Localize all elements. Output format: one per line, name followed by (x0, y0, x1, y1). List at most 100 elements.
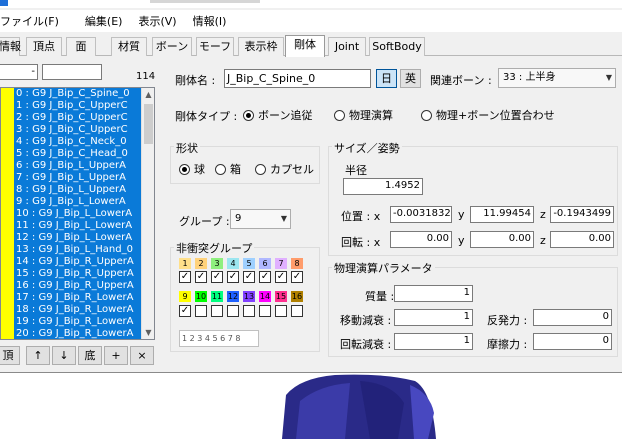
tab-face[interactable]: 面 (66, 37, 96, 56)
rigid-body-list-item[interactable]: 1 : G9 J_Bip_C_UpperC (1, 100, 142, 112)
menu-view[interactable]: 表示(V) (130, 13, 184, 29)
filter-field[interactable]: - (0, 64, 38, 80)
linear-damping-field[interactable]: 1 (394, 309, 473, 326)
tab-morph[interactable]: モーフ (196, 37, 234, 56)
position-x-field[interactable]: -0.0031832 (390, 206, 452, 223)
type-physics-radio[interactable]: 物理演算 (334, 107, 393, 123)
add-button[interactable]: + (104, 346, 128, 365)
rigid-body-list-item[interactable]: 5 : G9 J_Bip_C_Head_0 (1, 148, 142, 160)
group-8-checkbox[interactable]: ✓ (291, 271, 303, 283)
position-z-field[interactable]: -0.1943499 (550, 206, 614, 223)
rigid-body-list-item[interactable]: 7 : G9 J_Bip_L_UpperA (1, 172, 142, 184)
tab-softbody[interactable]: SoftBody (369, 37, 425, 56)
group-15-checkbox[interactable] (275, 305, 287, 317)
restitution-field[interactable]: 0 (533, 309, 612, 326)
rotation-x-field[interactable]: 0.00 (390, 231, 452, 248)
search-field[interactable] (42, 64, 102, 80)
row-index-marker (1, 292, 14, 304)
group-7-checkbox[interactable]: ✓ (275, 271, 287, 283)
model-viewport[interactable] (0, 373, 622, 439)
rigid-body-list-item[interactable]: 8 : G9 J_Bip_L_UpperA (1, 184, 142, 196)
move-bottom-button[interactable]: 底 (78, 346, 102, 365)
delete-button[interactable]: × (130, 346, 154, 365)
angular-damping-field[interactable]: 1 (394, 333, 473, 350)
rigid-body-list-item[interactable]: 19 : G9 J_Bip_R_LowerA (1, 316, 142, 328)
menu-file[interactable]: ファイル(F) (0, 13, 67, 29)
rigid-body-list-item[interactable]: 13 : G9 J_Bip_L_Hand_0 (1, 244, 142, 256)
tab-vertex[interactable]: 頂点 (26, 37, 62, 56)
rigid-body-list-item[interactable]: 14 : G9 J_Bip_R_UpperA (1, 256, 142, 268)
rigid-body-list-item[interactable]: 0 : G9 J_Bip_C_Spine_0 (1, 88, 142, 100)
position-y-field[interactable]: 11.99454 (470, 206, 534, 223)
radius-field[interactable]: 1.4952 (343, 178, 423, 195)
rigid-body-list-item[interactable]: 18 : G9 J_Bip_R_LowerA (1, 304, 142, 316)
rigid-body-list-item[interactable]: 10 : G9 J_Bip_L_LowerA (1, 208, 142, 220)
rigid-body-list-item[interactable]: 16 : G9 J_Bip_R_UpperA (1, 280, 142, 292)
tab-material[interactable]: 材質 (111, 37, 147, 56)
row-index-marker (1, 232, 14, 244)
lang-jp-button[interactable]: 日 (376, 69, 397, 88)
rigid-body-list-item[interactable]: 9 : G9 J_Bip_L_LowerA (1, 196, 142, 208)
lang-en-button[interactable]: 英 (400, 69, 421, 88)
group-16-checkbox[interactable] (291, 305, 303, 317)
type-physics-bone-radio[interactable]: 物理+ボーン位置合わせ (421, 107, 555, 123)
tab-display-frame[interactable]: 表示枠 (238, 37, 284, 56)
shape-box-radio[interactable]: 箱 (215, 161, 241, 177)
group-6-checkbox[interactable]: ✓ (259, 271, 271, 283)
mass-field[interactable]: 1 (394, 285, 473, 302)
group-5-checkbox[interactable]: ✓ (243, 271, 255, 283)
group-11-checkbox[interactable] (211, 305, 223, 317)
group-10-checkbox[interactable] (195, 305, 207, 317)
rigid-body-list-item[interactable]: 17 : G9 J_Bip_R_LowerA (1, 292, 142, 304)
move-up-button[interactable]: ↑ (26, 346, 50, 365)
rigid-body-list-item[interactable]: 2 : G9 J_Bip_C_UpperC (1, 112, 142, 124)
tab-joint[interactable]: Joint (328, 37, 366, 56)
rigid-body-list-item[interactable]: 20 : G9 J_Bip_R_LowerA (1, 328, 142, 339)
scroll-up-icon[interactable]: ▲ (143, 88, 154, 101)
rigid-body-list-item[interactable]: 11 : G9 J_Bip_L_LowerA (1, 220, 142, 232)
rigid-body-list-item[interactable]: 3 : G9 J_Bip_C_UpperC (1, 124, 142, 136)
tab-bone[interactable]: ボーン (152, 37, 192, 56)
group-13-checkbox[interactable] (243, 305, 255, 317)
type-bone-follow-radio[interactable]: ボーン追従 (243, 107, 312, 123)
rigid-body-list-item[interactable]: 4 : G9 J_Bip_C_Neck_0 (1, 136, 142, 148)
menu-info[interactable]: 情報(I) (185, 13, 235, 29)
rigid-body-list[interactable]: 0 : G9 J_Bip_C_Spine_0 1 : G9 J_Bip_C_Upp… (0, 87, 155, 340)
group-9-checkbox[interactable]: ✓ (179, 305, 191, 317)
row-index-marker (1, 100, 14, 112)
rigid-body-list-item[interactable]: 15 : G9 J_Bip_R_UpperA (1, 268, 142, 280)
row-index-marker (1, 280, 14, 292)
shape-title: 形状 (174, 140, 200, 156)
group-select[interactable]: 9 ▼ (230, 209, 291, 229)
group-14-swatch: 14 (259, 291, 271, 302)
shape-sphere-radio[interactable]: 球 (179, 161, 205, 177)
group-12-checkbox[interactable] (227, 305, 239, 317)
rigid-body-list-item[interactable]: 6 : G9 J_Bip_L_UpperA (1, 160, 142, 172)
shape-capsule-radio[interactable]: カプセル (255, 161, 314, 177)
menu-edit[interactable]: 編集(E) (77, 13, 131, 29)
group-2-checkbox[interactable]: ✓ (195, 271, 207, 283)
row-index-marker (1, 316, 14, 328)
tab-rigid-body[interactable]: 剛体 (285, 35, 325, 57)
related-bone-value: 33 : 上半身 (503, 72, 556, 83)
rotation-y-label: y (458, 234, 465, 247)
group-1-checkbox[interactable]: ✓ (179, 271, 191, 283)
group-number-strip: 1 2 3 4 5 6 7 8 (179, 330, 259, 347)
scroll-thumb[interactable] (144, 104, 153, 144)
related-bone-select[interactable]: 33 : 上半身 ▼ (498, 68, 616, 88)
tab-info[interactable]: 情報 (0, 37, 21, 56)
body-name-field[interactable]: J_Bip_C_Spine_0 (224, 69, 371, 88)
friction-field[interactable]: 0 (533, 333, 612, 350)
scroll-down-icon[interactable]: ▼ (143, 326, 154, 339)
rigid-body-list-item[interactable]: 12 : G9 J_Bip_L_LowerA (1, 232, 142, 244)
group-3-checkbox[interactable]: ✓ (211, 271, 223, 283)
friction-label: 摩擦力 : (487, 338, 528, 351)
list-scrollbar[interactable]: ▲ ▼ (141, 88, 154, 339)
rotation-z-field[interactable]: 0.00 (550, 231, 614, 248)
move-top-button[interactable]: 頂 (0, 346, 20, 365)
shape-capsule-label: カプセル (270, 163, 314, 176)
group-4-checkbox[interactable]: ✓ (227, 271, 239, 283)
move-down-button[interactable]: ↓ (52, 346, 76, 365)
group-14-checkbox[interactable] (259, 305, 271, 317)
rotation-y-field[interactable]: 0.00 (470, 231, 534, 248)
